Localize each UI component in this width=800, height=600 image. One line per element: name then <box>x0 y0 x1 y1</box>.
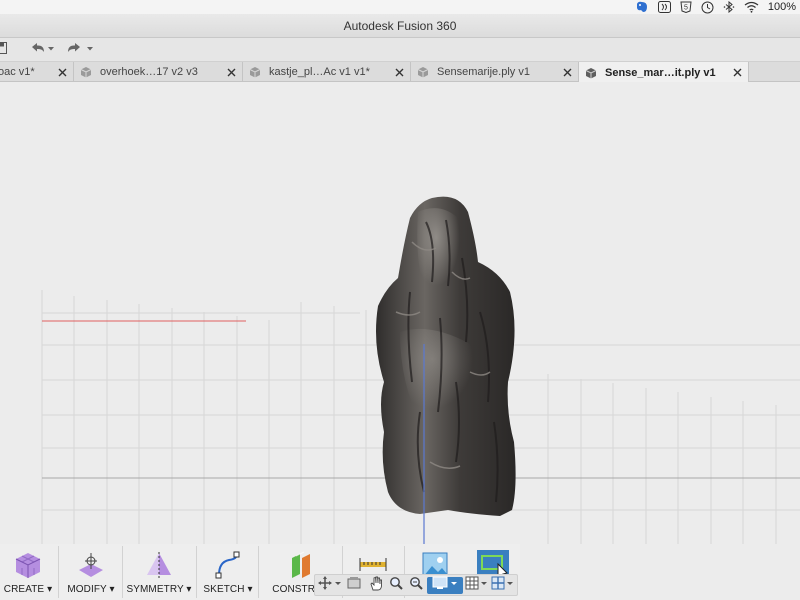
look-at-icon <box>347 576 361 595</box>
save-icon <box>0 41 8 60</box>
toolbar-divider <box>258 546 259 598</box>
tab-document-3[interactable]: kastje_pl…Ac v1 v1* <box>243 62 411 82</box>
window-title: Autodesk Fusion 360 <box>343 19 457 33</box>
tab-label: overhoek…17 v2 v3 <box>100 66 198 78</box>
tab-document-active[interactable]: Sense_mar…it.ply v1 <box>579 62 749 83</box>
close-tab-icon[interactable] <box>55 65 69 79</box>
close-tab-icon[interactable] <box>560 65 574 79</box>
viewports-icon <box>491 576 515 595</box>
tab-document-4[interactable]: Sensemarije.ply v1 <box>411 62 579 82</box>
close-tab-icon[interactable] <box>392 65 406 79</box>
undo-icon <box>28 41 56 60</box>
fusion-360-window: 5 100% Autodesk Fusion 360 oac v1* overh… <box>0 0 800 600</box>
symmetry-icon <box>144 550 174 580</box>
sketch-menu-button[interactable]: SKETCH ▾ <box>200 544 256 600</box>
html5-icon[interactable]: 5 <box>680 0 692 14</box>
tab-label: Sense_mar…it.ply v1 <box>605 66 716 79</box>
create-menu-button[interactable]: CREATE ▾ <box>2 544 54 600</box>
sketch-icon <box>213 550 243 580</box>
document-cube-icon <box>585 67 597 79</box>
zoom-icon <box>389 576 403 595</box>
sketch-label: SKETCH ▾ <box>203 584 253 595</box>
save-button[interactable] <box>0 40 8 60</box>
status-tray: 5 100% <box>635 0 796 14</box>
symmetry-label: SYMMETRY ▾ <box>126 584 192 595</box>
symmetry-menu-button[interactable]: SYMMETRY ▾ <box>126 544 192 600</box>
evernote-icon[interactable] <box>635 0 649 14</box>
construct-icon <box>286 550 316 580</box>
document-cube-icon <box>249 66 261 78</box>
display-mode-icon <box>429 575 461 596</box>
scanned-statue-model[interactable] <box>376 196 516 516</box>
toolbar-divider <box>58 546 59 598</box>
tab-document-2[interactable]: overhoek…17 v2 v3 <box>74 62 243 82</box>
modify-label: MODIFY ▾ <box>67 584 115 595</box>
time-machine-icon[interactable] <box>701 0 714 14</box>
zoom-button[interactable] <box>387 577 405 594</box>
orbit-button[interactable] <box>317 576 343 595</box>
modify-menu-button[interactable]: MODIFY ▾ <box>64 544 118 600</box>
create-box-icon <box>13 550 43 580</box>
modify-icon <box>76 550 106 580</box>
macos-menu-bar: 5 100% <box>0 0 800 14</box>
grid-settings-button[interactable] <box>465 576 489 595</box>
zoom-window-icon <box>409 576 423 595</box>
tab-label: Sensemarije.ply v1 <box>437 66 530 78</box>
create-label: CREATE ▾ <box>3 584 53 595</box>
pan-icon <box>369 576 383 596</box>
3d-viewport[interactable] <box>0 82 800 600</box>
display-settings-button[interactable] <box>427 575 463 596</box>
scene-graphics <box>41 196 800 546</box>
viewports-button[interactable] <box>491 576 515 595</box>
document-tab-bar: oac v1* overhoek…17 v2 v3 kastje_pl…Ac v… <box>0 62 800 83</box>
undo-button[interactable] <box>28 40 56 60</box>
pan-button[interactable] <box>367 576 385 596</box>
battery-percent[interactable]: 100% <box>768 1 796 13</box>
svg-text:5: 5 <box>684 5 688 12</box>
navigation-bar <box>314 574 518 596</box>
quick-access-toolbar <box>0 38 800 62</box>
zoom-window-button[interactable] <box>407 577 425 594</box>
reader-icon[interactable] <box>657 0 671 14</box>
redo-button[interactable] <box>64 40 96 60</box>
window-title-bar[interactable]: Autodesk Fusion 360 <box>0 14 800 38</box>
document-cube-icon <box>417 66 429 78</box>
toolbar-divider <box>196 546 197 598</box>
close-tab-icon[interactable] <box>730 65 744 79</box>
tab-label: kastje_pl…Ac v1 v1* <box>269 66 370 78</box>
grid-icon <box>465 576 489 595</box>
toolbar-divider <box>122 546 123 598</box>
look-at-button[interactable] <box>345 577 363 594</box>
tab-document-1[interactable]: oac v1* <box>0 62 74 82</box>
document-cube-icon <box>80 66 92 78</box>
bluetooth-icon[interactable] <box>723 0 735 14</box>
close-tab-icon[interactable] <box>224 65 238 79</box>
orbit-icon <box>318 576 342 595</box>
wifi-icon[interactable] <box>744 0 759 14</box>
redo-icon <box>64 41 96 60</box>
